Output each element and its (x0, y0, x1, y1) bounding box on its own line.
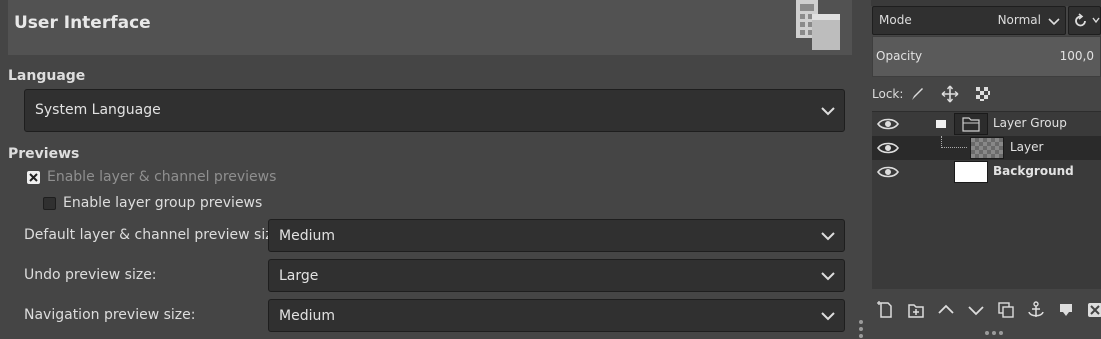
enable-layer-channel-previews-label: Enable layer & channel previews (47, 169, 277, 185)
panel-divider[interactable] (852, 0, 871, 339)
layers-action-bar (871, 297, 1101, 323)
page-header: User Interface (8, 0, 852, 55)
mode-reset-button[interactable] (1068, 6, 1101, 35)
language-select-value: System Language (35, 102, 161, 118)
undo-preview-size-select[interactable]: Large (268, 259, 845, 292)
lock-position-icon[interactable] (941, 85, 959, 103)
default-preview-size-label: Default layer & channel preview size: (24, 227, 286, 243)
chevron-down-icon (821, 107, 835, 116)
mode-value: Normal (997, 13, 1041, 27)
chevron-down-icon (1048, 18, 1060, 26)
folder-icon (962, 117, 980, 132)
eye-icon[interactable] (877, 164, 899, 180)
dock-grip-dot (999, 331, 1003, 335)
undo-preview-size-label: Undo preview size: (24, 267, 157, 283)
divider-grip-dot (859, 334, 863, 338)
layer-name: Layer Group (993, 116, 1067, 130)
divider-grip-dot (859, 327, 863, 331)
undo-preview-size-value: Large (279, 268, 319, 284)
lower-icon[interactable] (966, 300, 986, 320)
lock-pixels-icon[interactable] (908, 85, 926, 103)
layer-name: Layer (1010, 140, 1044, 154)
anchor-icon[interactable] (1026, 300, 1046, 320)
interface-icon (796, 0, 840, 50)
enable-layer-group-previews-checkbox[interactable]: Enable layer group previews (43, 193, 262, 213)
chevron-down-icon (821, 272, 835, 281)
checkbox-unchecked-icon (43, 196, 56, 210)
checkbox-checked-icon (27, 170, 40, 184)
layer-thumbnail (970, 137, 1004, 159)
chevron-down-icon (821, 232, 835, 241)
dock-grip-dot (992, 331, 996, 335)
opacity-value: 100,0 (1059, 49, 1094, 63)
merge-icon[interactable] (1056, 300, 1076, 320)
raise-icon[interactable] (936, 300, 956, 320)
layer-name: Background (993, 164, 1074, 178)
lock-label: Lock: (872, 87, 904, 101)
layer-group-thumbnail (954, 113, 988, 135)
navigation-preview-size-value: Medium (279, 308, 335, 324)
eye-icon[interactable] (877, 140, 899, 156)
enable-layer-group-previews-label: Enable layer group previews (63, 195, 263, 211)
new-layer-icon[interactable] (876, 300, 896, 320)
chevron-down-icon (821, 312, 835, 321)
lock-alpha-icon[interactable] (974, 85, 992, 103)
reset-icon (1075, 13, 1086, 27)
divider-grip-dot (859, 320, 863, 324)
duplicate-icon[interactable] (996, 300, 1016, 320)
preferences-panel: User Interface Language System Language … (0, 0, 852, 339)
eye-icon[interactable] (877, 116, 899, 132)
mode-label: Mode (879, 13, 912, 27)
background-thumbnail (954, 161, 988, 183)
layer-row-group[interactable]: Layer Group (872, 112, 1101, 136)
language-section-label: Language (8, 68, 86, 84)
enable-layer-channel-previews-checkbox[interactable]: Enable layer & channel previews (27, 167, 276, 187)
previews-section-label: Previews (8, 146, 80, 162)
mode-select[interactable]: Mode Normal (872, 6, 1066, 35)
navigation-preview-size-label: Navigation preview size: (24, 307, 196, 323)
layers-dock: Mode Normal Opacity 100,0 Lock: Layer Gr… (871, 0, 1101, 339)
delete-icon[interactable] (1085, 300, 1101, 320)
opacity-label: Opacity (876, 49, 923, 63)
opacity-slider[interactable]: Opacity 100,0 (872, 36, 1101, 77)
layer-row-layer[interactable]: Layer (872, 136, 1101, 160)
language-select[interactable]: System Language (24, 89, 845, 132)
chevron-down-icon (1092, 17, 1100, 24)
tree-connector (941, 136, 967, 148)
navigation-preview-size-select[interactable]: Medium (268, 299, 845, 332)
collapse-toggle[interactable] (936, 120, 946, 128)
default-preview-size-value: Medium (279, 228, 335, 244)
new-group-icon[interactable] (906, 300, 926, 320)
default-preview-size-select[interactable]: Medium (268, 219, 845, 252)
layers-list: Layer Group Layer Background (872, 111, 1101, 289)
dock-grip-dot (985, 331, 989, 335)
page-title: User Interface (14, 13, 151, 33)
layer-row-background[interactable]: Background (872, 160, 1101, 184)
